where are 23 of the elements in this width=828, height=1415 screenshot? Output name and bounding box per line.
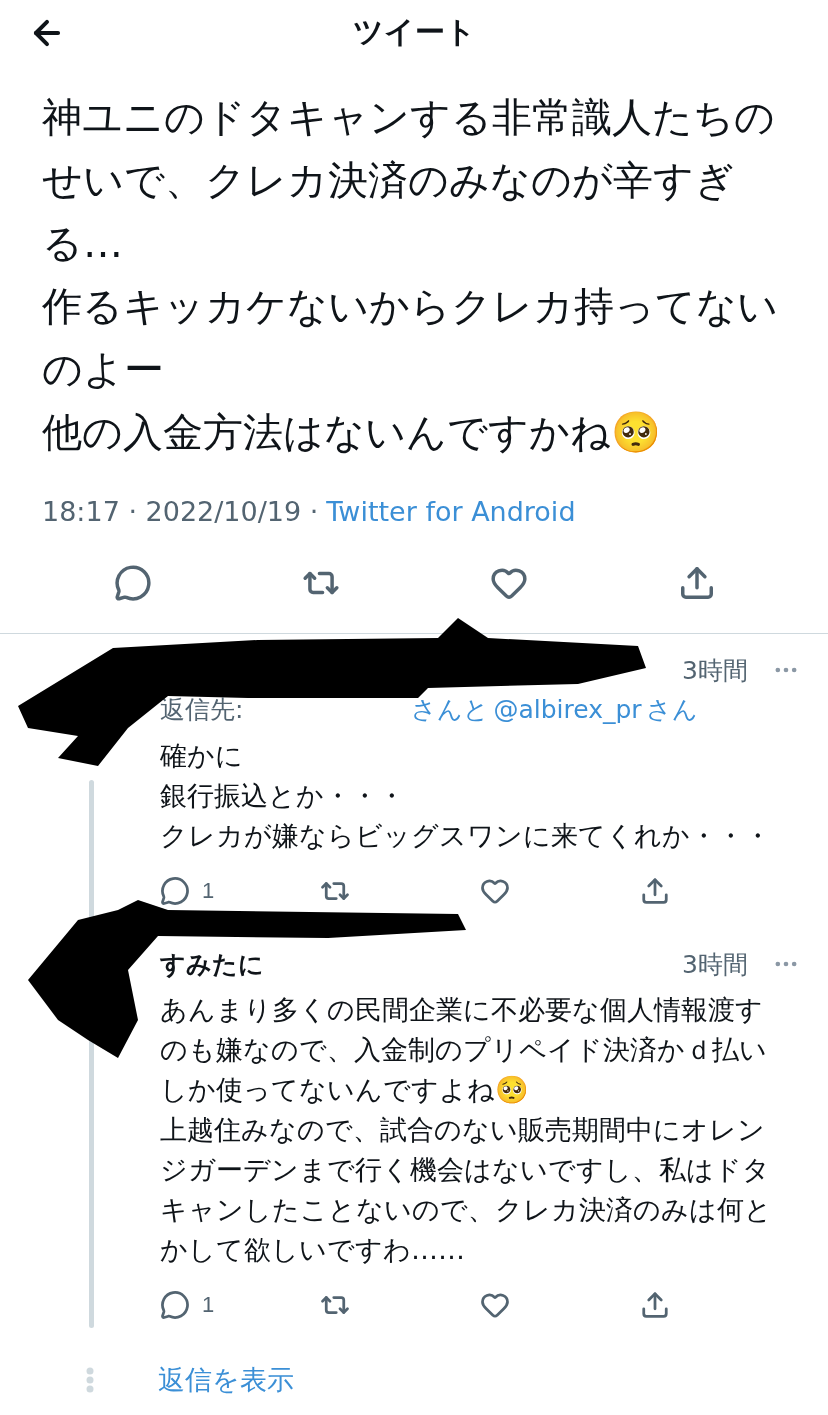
reply-text: 銀行振込とか・・・ <box>160 779 406 813</box>
reply-text: クレカが嫌ならビッグスワンに来てくれか・・・ <box>160 819 772 853</box>
reply-text: あんまり多くの民間企業に不必要な個人情報渡すのも嫌なので、入金制のプリペイド決済かｄ払いしか使ってないんですよね🥺 <box>160 993 768 1107</box>
reply-count: 1 <box>202 1292 215 1318</box>
tweet-text: 神ユニのドタキャンする非常識人たちのせいで、クレカ決済のみなのが辛すぎる… <box>42 93 776 268</box>
user-name: すみたに <box>160 948 264 981</box>
reply-count: 1 <box>202 878 215 904</box>
reply-to-suffix: さん <box>645 694 698 726</box>
show-replies-link[interactable]: 返信を表示 <box>158 1362 294 1398</box>
reply-text: 上越住みなので、試合のない販売期間中にオレンジガーデンまで行く機会はないですし、私はドタキャンしたことないので、クレカ決済のみは何とかして欲しいですわ…… <box>160 1113 773 1267</box>
mention-link[interactable]: @albirex_pr <box>493 690 642 730</box>
tweet-text: 作るキッカケないからクレカ持ってないのよー <box>42 282 779 394</box>
page-title: ツイート <box>352 12 476 51</box>
reply-time: 3時間 <box>682 654 748 687</box>
reply-button[interactable]: 1 <box>160 876 220 906</box>
source-link[interactable]: Twitter for Android <box>326 496 576 527</box>
tweet-text: 他の入金方法はないんですかね🥺 <box>42 408 662 457</box>
reply-time: 3時間 <box>682 948 748 981</box>
reply-button[interactable]: 1 <box>160 1290 220 1320</box>
tweet-timestamp: 18:17 · 2022/10/19 · <box>42 496 319 527</box>
reply-text: 確かに <box>160 739 244 773</box>
reply-to-label: 返信先: <box>160 694 244 726</box>
reply-to-text: さんと <box>411 694 490 726</box>
